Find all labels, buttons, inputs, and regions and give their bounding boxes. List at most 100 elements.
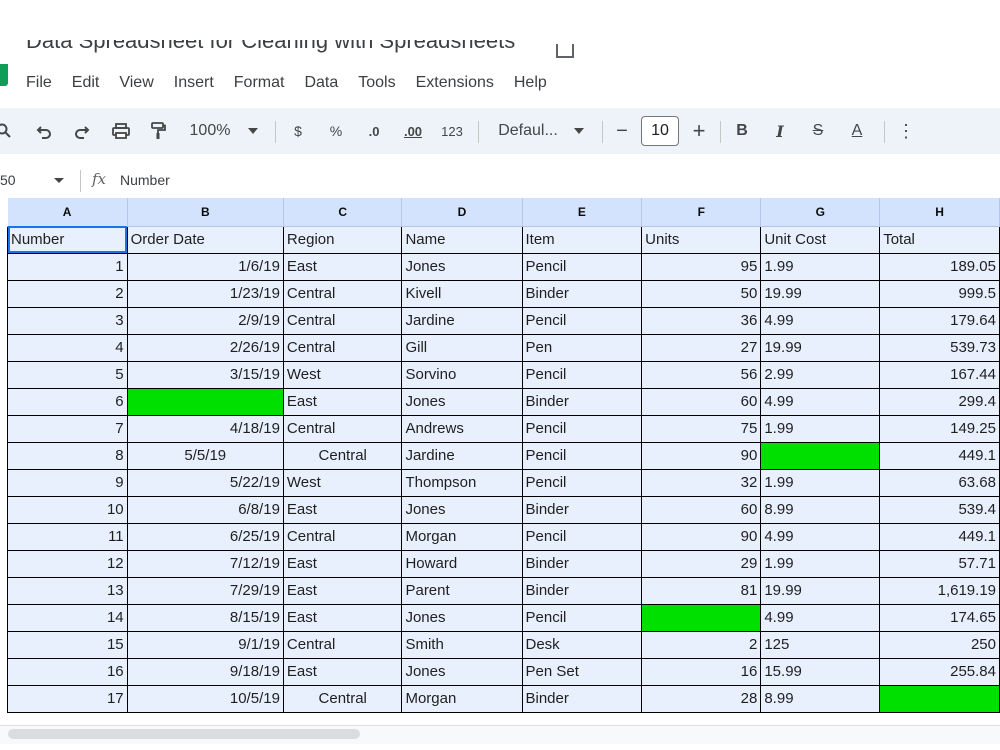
cell[interactable]: 75: [641, 414, 762, 443]
cell[interactable]: 5/5/19: [126, 441, 284, 470]
cell[interactable]: Andrews: [401, 414, 523, 443]
cell[interactable]: 19.99: [760, 333, 881, 362]
cell[interactable]: 1.99: [760, 549, 881, 578]
cell[interactable]: Pencil: [521, 468, 643, 497]
cell[interactable]: Binder: [521, 684, 643, 713]
cell[interactable]: 27: [641, 333, 762, 362]
cell[interactable]: Pencil: [521, 603, 643, 632]
header-cell[interactable]: Item: [521, 225, 643, 254]
cell[interactable]: 1,619.19: [879, 576, 1000, 605]
cell[interactable]: [760, 441, 881, 470]
cell[interactable]: 9/18/19: [126, 657, 284, 686]
cell[interactable]: [879, 684, 1000, 713]
cell[interactable]: [641, 603, 762, 632]
cell[interactable]: Pen: [521, 333, 643, 362]
cell[interactable]: 8.99: [760, 684, 881, 713]
cell[interactable]: Jones: [401, 603, 523, 632]
name-box-chevron-down-icon[interactable]: [54, 178, 64, 183]
cell[interactable]: Binder: [521, 549, 643, 578]
cell[interactable]: Jones: [401, 495, 523, 524]
cell[interactable]: 1/6/19: [126, 252, 284, 281]
cell[interactable]: 16: [641, 657, 762, 686]
column-header-a[interactable]: A: [7, 198, 128, 227]
zoom-select[interactable]: 100%: [186, 108, 234, 154]
redo-icon[interactable]: [72, 108, 92, 154]
cell[interactable]: East: [282, 603, 403, 632]
cell[interactable]: Central: [282, 414, 403, 443]
column-header-f[interactable]: F: [641, 198, 762, 227]
cell[interactable]: 1.99: [760, 252, 881, 281]
header-cell[interactable]: Unit Cost: [760, 225, 881, 254]
cell[interactable]: 19.99: [760, 279, 881, 308]
cell[interactable]: Central: [282, 441, 403, 470]
print-icon[interactable]: [110, 108, 132, 154]
cell[interactable]: 449.1: [879, 441, 1000, 470]
cell[interactable]: Binder: [521, 279, 643, 308]
cell[interactable]: 9: [7, 468, 128, 497]
menu-view[interactable]: View: [119, 74, 153, 96]
cell[interactable]: 2: [7, 279, 128, 308]
more-formats-button[interactable]: 123: [438, 108, 466, 154]
undo-icon[interactable]: [34, 108, 54, 154]
cell[interactable]: Jones: [401, 387, 523, 416]
name-box[interactable]: 50: [0, 172, 16, 188]
cell[interactable]: Jones: [401, 252, 523, 281]
cell[interactable]: Central: [282, 333, 403, 362]
cell[interactable]: 4: [7, 333, 128, 362]
cell[interactable]: 90: [641, 441, 762, 470]
cell[interactable]: 17: [7, 684, 128, 713]
move-to-folder-icon[interactable]: [556, 44, 574, 58]
cell[interactable]: 9/1/19: [126, 630, 284, 659]
cell[interactable]: 15: [7, 630, 128, 659]
cell[interactable]: 4.99: [760, 522, 881, 551]
cell[interactable]: 250: [879, 630, 1000, 659]
cell[interactable]: 2/26/19: [126, 333, 284, 362]
cell[interactable]: 4/18/19: [126, 414, 284, 443]
cell[interactable]: Pencil: [521, 306, 643, 335]
cell[interactable]: Thompson: [401, 468, 523, 497]
cell[interactable]: Binder: [521, 495, 643, 524]
cell[interactable]: 56: [641, 360, 762, 389]
cell[interactable]: Desk: [521, 630, 643, 659]
cell[interactable]: 6: [7, 387, 128, 416]
menu-file[interactable]: File: [26, 74, 52, 96]
cell[interactable]: West: [282, 360, 403, 389]
cell[interactable]: Pencil: [521, 522, 643, 551]
cell[interactable]: 57.71: [879, 549, 1000, 578]
header-cell[interactable]: Units: [641, 225, 762, 254]
cell[interactable]: 3/15/19: [126, 360, 284, 389]
cell[interactable]: Morgan: [401, 684, 523, 713]
cell[interactable]: 15.99: [760, 657, 881, 686]
cell[interactable]: East: [282, 657, 403, 686]
cell[interactable]: Smith: [401, 630, 523, 659]
cell[interactable]: Pen Set: [521, 657, 643, 686]
font-size-input[interactable]: 10: [641, 116, 679, 146]
cell[interactable]: 6/8/19: [126, 495, 284, 524]
cell[interactable]: 539.73: [879, 333, 1000, 362]
menu-help[interactable]: Help: [514, 74, 547, 96]
menu-format[interactable]: Format: [234, 74, 285, 96]
strikethrough-button[interactable]: S: [808, 108, 828, 154]
percent-format-button[interactable]: %: [325, 108, 347, 154]
cell[interactable]: 174.65: [879, 603, 1000, 632]
cell[interactable]: 16: [7, 657, 128, 686]
cell[interactable]: Gill: [401, 333, 523, 362]
cell[interactable]: Central: [282, 630, 403, 659]
cell[interactable]: 999.5: [879, 279, 1000, 308]
cell[interactable]: 2.99: [760, 360, 881, 389]
column-header-g[interactable]: G: [760, 198, 881, 227]
cell[interactable]: 299.4: [879, 387, 1000, 416]
cell[interactable]: 6/25/19: [126, 522, 284, 551]
cell[interactable]: 1.99: [760, 468, 881, 497]
column-header-h[interactable]: H: [879, 198, 1000, 227]
column-header-e[interactable]: E: [522, 198, 643, 227]
cell[interactable]: Jones: [401, 657, 523, 686]
cell[interactable]: 29: [641, 549, 762, 578]
cell[interactable]: 12: [7, 549, 128, 578]
font-select[interactable]: Defaul...: [492, 108, 564, 154]
cell[interactable]: 5: [7, 360, 128, 389]
cell[interactable]: 167.44: [879, 360, 1000, 389]
cell[interactable]: West: [282, 468, 403, 497]
cell[interactable]: 3: [7, 306, 128, 335]
cell[interactable]: 50: [641, 279, 762, 308]
